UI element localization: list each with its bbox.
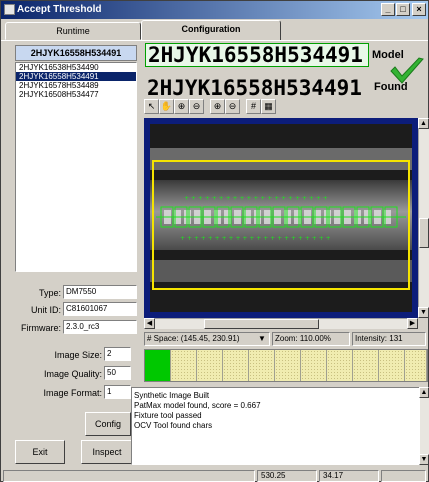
viewer-vertical-scrollbar[interactable]: ▲ ▼ [418, 118, 429, 318]
pan-tool-icon[interactable]: ✋ [159, 99, 174, 114]
status-cell [3, 470, 255, 482]
status-x-coordinate: 530.25 [257, 470, 317, 482]
scroll-up-icon[interactable]: ▲ [419, 387, 429, 398]
inspection-image: + + + + + + + + + + + + + + + + + + + + … [150, 124, 412, 312]
serial-list[interactable]: 2HJYK16538H534490 2HJYK16558H534491 2HJY… [15, 62, 137, 272]
selected-serial: 2HJYK16558H534491 [15, 45, 137, 61]
image-size-label: Image Size: [54, 350, 102, 360]
unit-id-field[interactable]: C81601067 [63, 302, 137, 316]
char-cell [171, 350, 197, 381]
tab-panel-divider [1, 40, 428, 41]
svg-text:+ + + + + + + + + + + + + + +: + + + + + + + + + + + + + + + + + + + + … [180, 235, 331, 242]
model-code: 2HJYK16558H534491 [145, 43, 369, 67]
title-bar: Accept Threshold _ □ × [1, 1, 428, 19]
zoom-in-icon[interactable]: ⊕ [174, 99, 189, 114]
tab-runtime[interactable]: Runtime [5, 22, 141, 40]
status-y-coordinate: 34.17 [319, 470, 379, 482]
space-dropdown-icon[interactable]: ▼ [258, 334, 266, 343]
scroll-down-icon[interactable]: ▼ [418, 307, 429, 318]
space-readout[interactable]: # Space: (145.45, 230.91) [144, 332, 270, 346]
minimize-button[interactable]: _ [381, 3, 395, 16]
scroll-left-icon[interactable]: ◀ [144, 318, 155, 329]
char-cell [301, 350, 327, 381]
log-line: PatMax model found, score = 0.667 [134, 401, 261, 410]
char-cell [353, 350, 379, 381]
image-quality-label: Image Quality: [43, 369, 102, 379]
image-format-field[interactable]: 1 [104, 385, 131, 399]
viewer-status-row: # Space: (145.45, 230.91) ▼ Zoom: 110.00… [144, 332, 428, 346]
found-code: 2HJYK16558H534491 [147, 76, 362, 100]
app-icon [4, 4, 15, 15]
firmware-label: Firmware: [21, 323, 61, 333]
close-button[interactable]: × [412, 3, 426, 16]
char-cell [379, 350, 405, 381]
scroll-up-icon[interactable]: ▲ [418, 118, 429, 129]
status-cell [381, 470, 426, 482]
exit-button[interactable]: Exit [15, 440, 65, 464]
type-label: Type: [38, 288, 61, 298]
image-format-label: Image Format: [43, 388, 102, 398]
zoom-actual-icon[interactable]: ⊖ [225, 99, 240, 114]
scroll-thumb[interactable] [204, 319, 319, 329]
image-viewer[interactable]: + + + + + + + + + + + + + + + + + + + + … [144, 118, 418, 318]
unit-id-label: Unit ID: [30, 305, 61, 315]
checkmark-icon [390, 57, 424, 84]
image-quality-field[interactable]: 50 [104, 366, 131, 380]
list-item[interactable]: 2HJYK16578H534489 [16, 81, 136, 90]
zoom-fit-icon[interactable]: ⊕ [210, 99, 225, 114]
scroll-down-icon[interactable]: ▼ [419, 454, 429, 465]
scroll-thumb[interactable] [419, 218, 429, 248]
pointer-tool-icon[interactable]: ↖ [144, 99, 159, 114]
grid-icon[interactable]: # [246, 99, 261, 114]
char-cell [249, 350, 275, 381]
zoom-out-icon[interactable]: ⊖ [189, 99, 204, 114]
character-results-strip [144, 349, 428, 382]
type-field[interactable]: DM7550 [63, 285, 137, 299]
char-cell [275, 350, 301, 381]
char-cell [405, 350, 427, 381]
char-cell [197, 350, 223, 381]
svg-text:+ + + + + + + + + + + + + + +: + + + + + + + + + + + + + + + + + + + + … [184, 195, 328, 202]
list-item[interactable]: 2HJYK16538H534490 [16, 63, 136, 72]
window-title: Accept Threshold [17, 4, 102, 15]
log-line: Fixture tool passed [134, 411, 202, 420]
firmware-field[interactable]: 2.3.0_rc3 [63, 320, 137, 334]
log-scrollbar[interactable]: ▲ ▼ [419, 387, 429, 465]
maximize-button[interactable]: □ [396, 3, 410, 16]
status-bar: 530.25 34.17 [1, 470, 428, 482]
intensity-readout: Intensity: 131 [352, 332, 426, 346]
inspect-button[interactable]: Inspect [81, 440, 133, 464]
viewer-horizontal-scrollbar[interactable]: ◀ ▶ [144, 318, 418, 329]
char-cell-pass [145, 350, 171, 381]
accept-threshold-window: Accept Threshold _ □ × Runtime Configura… [0, 0, 429, 482]
list-item[interactable]: 2HJYK16508H534477 [16, 90, 136, 99]
char-cell [223, 350, 249, 381]
tab-configuration[interactable]: Configuration [141, 20, 281, 41]
message-log[interactable]: Synthetic Image Built PatMax model found… [131, 387, 420, 465]
char-cell [327, 350, 353, 381]
log-line: Synthetic Image Built [134, 391, 210, 400]
grid-fill-icon[interactable]: ▦ [261, 99, 276, 114]
image-size-field[interactable]: 2 [104, 347, 131, 361]
scroll-right-icon[interactable]: ▶ [407, 318, 418, 329]
config-button[interactable]: Config [85, 412, 131, 436]
list-item-selected[interactable]: 2HJYK16558H534491 [16, 72, 136, 81]
zoom-readout: Zoom: 110.00% [272, 332, 350, 346]
log-line: OCV Tool found chars [134, 421, 213, 430]
